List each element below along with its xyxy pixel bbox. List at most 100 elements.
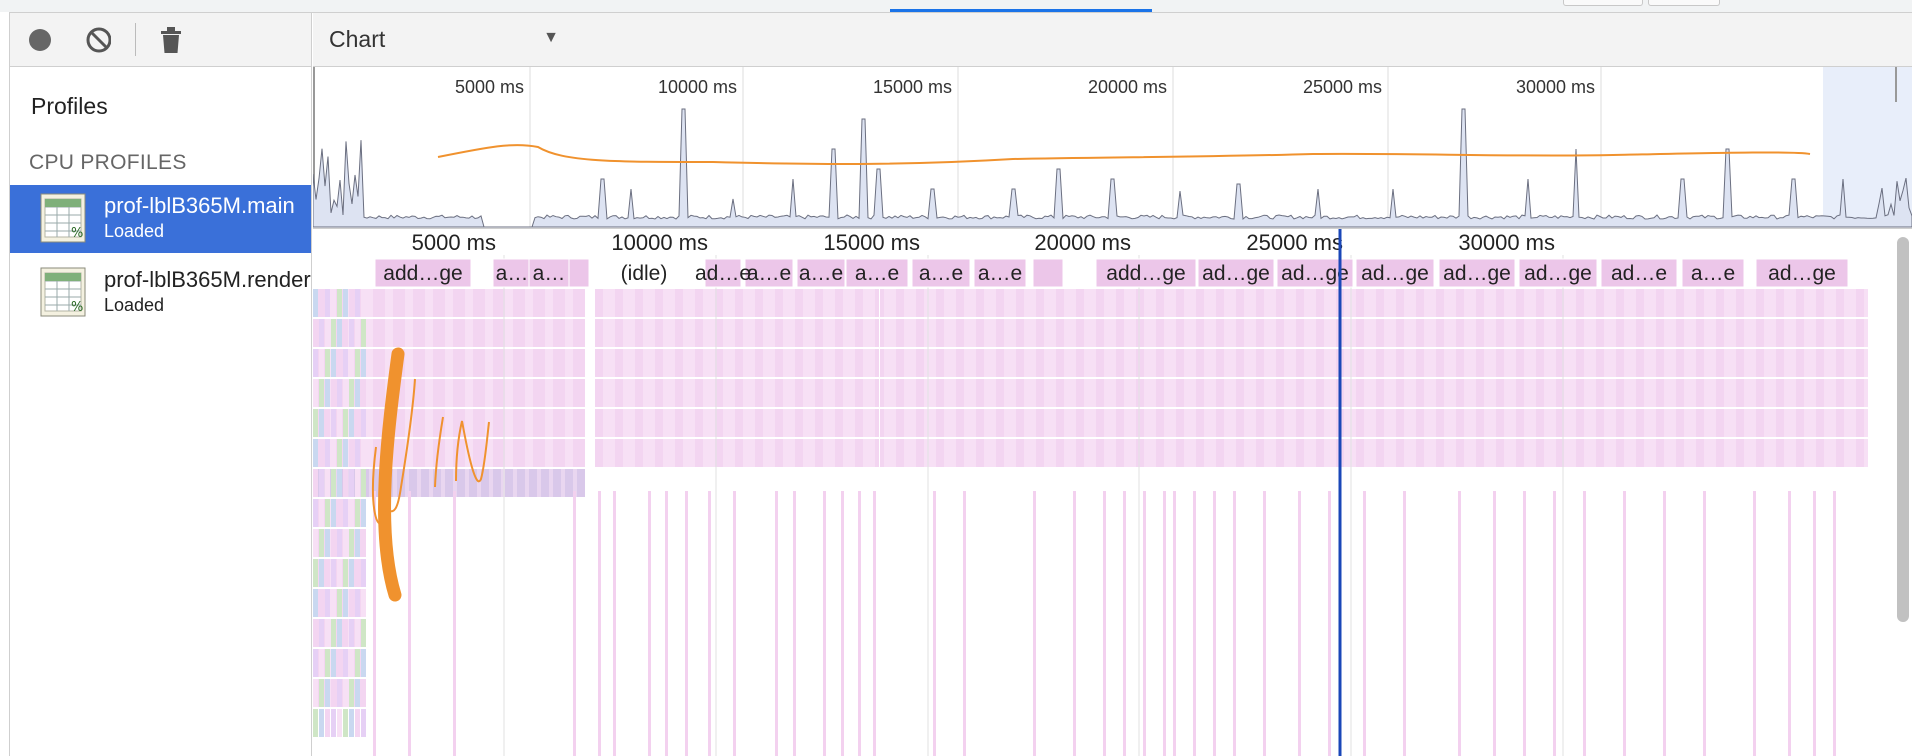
flame-frame-cell	[904, 439, 908, 467]
flame-deep-frame	[775, 491, 778, 756]
flame-frame-cell	[1700, 349, 1704, 377]
flame-frame-cell	[1164, 379, 1168, 407]
flame-frame-cell	[369, 409, 373, 437]
flame-frame-cell	[763, 379, 767, 407]
flame-frame-cell	[1744, 289, 1748, 317]
flame-frame-cell	[529, 349, 533, 377]
flame-frame-cell	[1512, 409, 1516, 437]
flame-frame-cell	[703, 349, 707, 377]
flame-frame-cell	[1540, 289, 1544, 317]
flame-frame-cell	[1604, 319, 1608, 347]
flame-frame-cell	[1800, 409, 1804, 437]
profile-item-renderer[interactable]: % prof-lblB365M.renderer Loaded	[10, 259, 311, 327]
flame-deep-frame	[841, 491, 844, 756]
flame-frame-cell	[549, 349, 553, 377]
flame-frame-cell	[1168, 409, 1172, 437]
flame-frame-cell	[1844, 319, 1848, 347]
timeline-overview[interactable]: 5000 ms 10000 ms 15000 ms 20000 ms 25000 ms 3…	[313, 67, 1912, 229]
flame-frame-cell	[1716, 409, 1720, 437]
view-select[interactable]: Chart ▼	[329, 25, 569, 53]
flame-frame-cell	[1032, 319, 1036, 347]
flame-frame-cell	[373, 289, 377, 317]
flame-frame-cell	[1444, 349, 1448, 377]
flame-frame-cell	[992, 409, 996, 437]
overview-tick-label: 15000 ms	[873, 77, 952, 97]
flame-frame-cell	[1012, 349, 1016, 377]
flame-frame-cell	[623, 439, 627, 467]
flame-frame-cell	[1300, 289, 1304, 317]
flame-frame-cell	[489, 439, 493, 467]
flame-frame-cell	[1864, 379, 1868, 407]
flame-frame-cell	[1276, 409, 1280, 437]
record-button[interactable]	[27, 27, 53, 53]
flame-frame-cell	[1432, 319, 1436, 347]
flame-frame-cell	[361, 319, 366, 347]
overview-canvas[interactable]: 5000 ms 10000 ms 15000 ms 20000 ms 25000 ms 3…	[313, 67, 1912, 228]
clear-button[interactable]	[85, 27, 111, 53]
flame-deep-frame	[708, 491, 711, 756]
tab-strip-button[interactable]	[1648, 0, 1720, 6]
flame-frame-cell	[1064, 409, 1068, 437]
vertical-scrollbar[interactable]	[1897, 237, 1909, 622]
profile-item-main[interactable]: % prof-lblB365M.main Loaded	[10, 185, 311, 253]
flame-frame-cell	[1204, 349, 1208, 377]
flame-frame-cell	[1416, 409, 1420, 437]
flame-frame-cell	[1768, 349, 1772, 377]
flame-frame-cell	[607, 289, 611, 317]
flame-frame-cell	[1732, 409, 1736, 437]
flame-frame-cell	[477, 409, 481, 437]
flame-frame-cell	[493, 289, 497, 317]
flame-frame-cell	[920, 379, 924, 407]
flame-frame-cell	[1772, 349, 1776, 377]
flame-frame-cell	[1480, 289, 1484, 317]
flame-frame-cell	[1004, 349, 1008, 377]
flame-frame-cell	[1436, 439, 1440, 467]
flame-chart[interactable]: 5000 ms 10000 ms 15000 ms 20000 ms 25000 ms 3…	[313, 229, 1912, 756]
tab-strip-button[interactable]	[1563, 0, 1643, 6]
flame-frame-cell	[1032, 409, 1036, 437]
flame-frame-cell	[393, 319, 397, 347]
flame-frame-cell	[1660, 289, 1664, 317]
flame-top-frame[interactable]	[1032, 258, 1064, 288]
flame-frame-cell	[1504, 319, 1508, 347]
flame-frame-cell	[735, 319, 739, 347]
flame-frame-cell	[313, 679, 318, 707]
flame-frame-cell	[1180, 439, 1184, 467]
flame-frame-cell	[1580, 439, 1584, 467]
flame-frame-cell	[1308, 439, 1312, 467]
flame-frame-cell	[1548, 409, 1552, 437]
frame-label: a…e	[1691, 262, 1735, 285]
flame-frame-cell	[1692, 409, 1696, 437]
flame-frame-cell	[505, 319, 509, 347]
flame-frame-cell	[1600, 289, 1604, 317]
flame-frame-cell	[908, 349, 912, 377]
flame-frame-cell	[481, 379, 485, 407]
flame-frame-cell	[1644, 379, 1648, 407]
delete-button[interactable]	[158, 27, 184, 53]
flame-frame-cell	[1764, 379, 1768, 407]
flame-frame-cell	[1844, 409, 1848, 437]
flame-frame-cell	[1312, 319, 1316, 347]
flame-frame-cell	[1260, 409, 1264, 437]
flame-frame-cell	[1784, 439, 1788, 467]
flame-frame-cell	[1248, 409, 1252, 437]
flame-frame-cell	[1788, 319, 1792, 347]
flame-frame-cell	[1656, 439, 1660, 467]
flame-frame-cell	[1328, 409, 1332, 437]
flame-frame-cell	[871, 379, 875, 407]
flame-frame-cell	[1372, 289, 1376, 317]
frame-label: ad…e	[695, 262, 751, 285]
flame-top-frame[interactable]	[568, 258, 590, 288]
flame-frame-cell	[331, 469, 336, 497]
flame-frame-cell	[581, 439, 585, 467]
flame-frame-cell	[603, 409, 607, 437]
flame-frame-cell	[1548, 439, 1552, 467]
flame-frame-cell	[361, 439, 366, 467]
flame-frame-cell	[1852, 379, 1856, 407]
flame-frame-cell	[1140, 439, 1144, 467]
flame-frame-cell	[1060, 349, 1064, 377]
flame-chart-canvas[interactable]: 5000 ms 10000 ms 15000 ms 20000 ms 25000 ms 3…	[313, 229, 1912, 756]
flame-frame-cell	[843, 289, 847, 317]
flame-frame-cell	[481, 289, 485, 317]
flame-frame-cell	[1048, 439, 1052, 467]
